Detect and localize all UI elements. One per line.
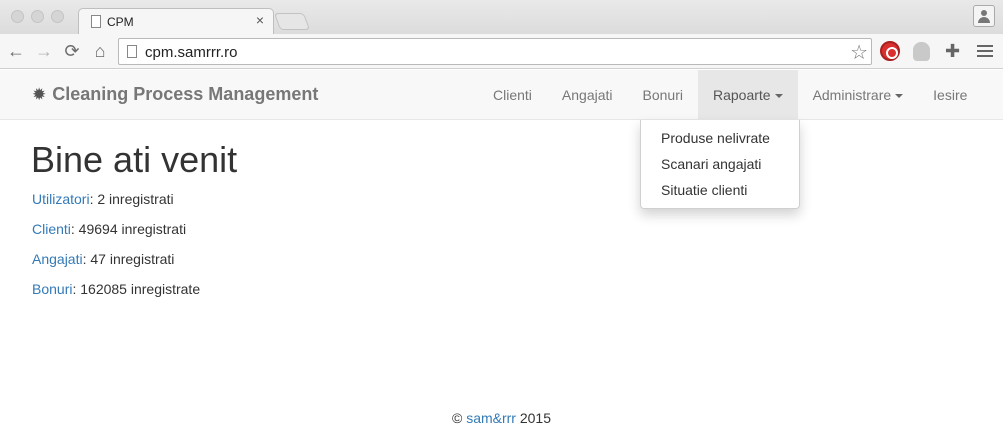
- stat-utilizatori: Utilizatori: 2 inregistrati: [32, 191, 174, 207]
- menu-item-situatie-clienti[interactable]: Situatie clienti: [641, 177, 799, 203]
- puzzle-extension-icon[interactable]: ✚: [945, 41, 960, 62]
- nav-label: Administrare: [812, 87, 892, 103]
- footer-year: 2015: [519, 410, 552, 426]
- navbar: ✹ Cleaning Process Management Clienti Ang…: [0, 70, 1003, 120]
- bonuri-link[interactable]: Bonuri: [32, 281, 72, 297]
- window-minimize-button[interactable]: [31, 10, 44, 23]
- page-icon: [127, 45, 137, 58]
- stop-extension-icon[interactable]: [880, 41, 900, 61]
- angajati-link[interactable]: Angajati: [32, 251, 83, 267]
- nav-label: Iesire: [933, 87, 968, 103]
- stat-text: : 2 inregistrati: [89, 191, 174, 207]
- browser-menu-icon[interactable]: [977, 45, 993, 57]
- home-icon[interactable]: ⌂: [89, 40, 111, 62]
- stat-bonuri: Bonuri: 162085 inregistrate: [32, 281, 200, 297]
- browser-tab[interactable]: CPM ×: [78, 8, 274, 35]
- tab-title: CPM: [107, 15, 134, 29]
- caret-down-icon: [895, 94, 904, 99]
- page-icon: [91, 15, 101, 28]
- page-title: Bine ati venit: [31, 139, 238, 180]
- nav-item-bonuri[interactable]: Bonuri: [628, 70, 698, 120]
- address-bar[interactable]: cpm.samrrr.ro ☆: [118, 38, 872, 65]
- nav-label: Angajati: [561, 87, 613, 103]
- nav-item-angajati[interactable]: Angajati: [547, 70, 628, 120]
- ghost-extension-icon[interactable]: [913, 42, 930, 61]
- stat-clienti: Clienti: 49694 inregistrati: [32, 221, 186, 237]
- stat-text: : 49694 inregistrati: [70, 221, 187, 237]
- footer-author-link[interactable]: sam&rrr: [466, 410, 516, 426]
- browser-toolbar: ← → ⟳ ⌂ cpm.samrrr.ro ☆ ✚: [0, 34, 1003, 69]
- brand-gear-icon: ✹: [32, 85, 47, 104]
- reload-icon[interactable]: ⟳: [61, 40, 83, 62]
- stat-text: : 47 inregistrati: [82, 251, 175, 267]
- nav-item-rapoarte[interactable]: Rapoarte: [697, 70, 798, 120]
- address-url[interactable]: cpm.samrrr.ro: [145, 44, 238, 61]
- footer: © sam&rrr 2015: [0, 410, 1003, 426]
- forward-icon[interactable]: →: [33, 40, 55, 62]
- nav-item-administrare[interactable]: Administrare: [798, 70, 919, 120]
- menu-item-produse-nelivrate[interactable]: Produse nelivrate: [641, 125, 799, 151]
- rapoarte-dropdown-menu: Produse nelivrate Scanari angajati Situa…: [640, 120, 800, 209]
- back-icon[interactable]: ←: [5, 40, 27, 62]
- nav-item-clienti[interactable]: Clienti: [478, 70, 547, 120]
- new-tab-button[interactable]: [273, 13, 311, 30]
- browser-tab-strip: CPM ×: [0, 0, 1003, 35]
- nav-item-iesire[interactable]: Iesire: [918, 70, 982, 120]
- caret-down-icon: [774, 94, 783, 99]
- tab-close-icon[interactable]: ×: [256, 12, 264, 28]
- nav-menu: Clienti Angajati Bonuri Rapoarte Adminis…: [478, 70, 982, 120]
- nav-label: Bonuri: [642, 87, 683, 103]
- stat-angajati: Angajati: 47 inregistrati: [32, 251, 174, 267]
- bookmark-star-icon[interactable]: ☆: [850, 40, 868, 65]
- nav-label: Rapoarte: [712, 87, 771, 103]
- nav-label: Clienti: [493, 87, 532, 103]
- clienti-link[interactable]: Clienti: [32, 221, 71, 237]
- stat-text: : 162085 inregistrate: [72, 281, 201, 297]
- brand-label: Cleaning Process Management: [52, 84, 319, 104]
- window-close-button[interactable]: [11, 10, 24, 23]
- window-zoom-button[interactable]: [51, 10, 64, 23]
- menu-item-scanari-angajati[interactable]: Scanari angajati: [641, 151, 799, 177]
- utilizatori-link[interactable]: Utilizatori: [32, 191, 90, 207]
- copyright-symbol: ©: [451, 410, 463, 426]
- brand-link[interactable]: ✹ Cleaning Process Management: [32, 84, 318, 105]
- profile-icon[interactable]: [973, 5, 995, 27]
